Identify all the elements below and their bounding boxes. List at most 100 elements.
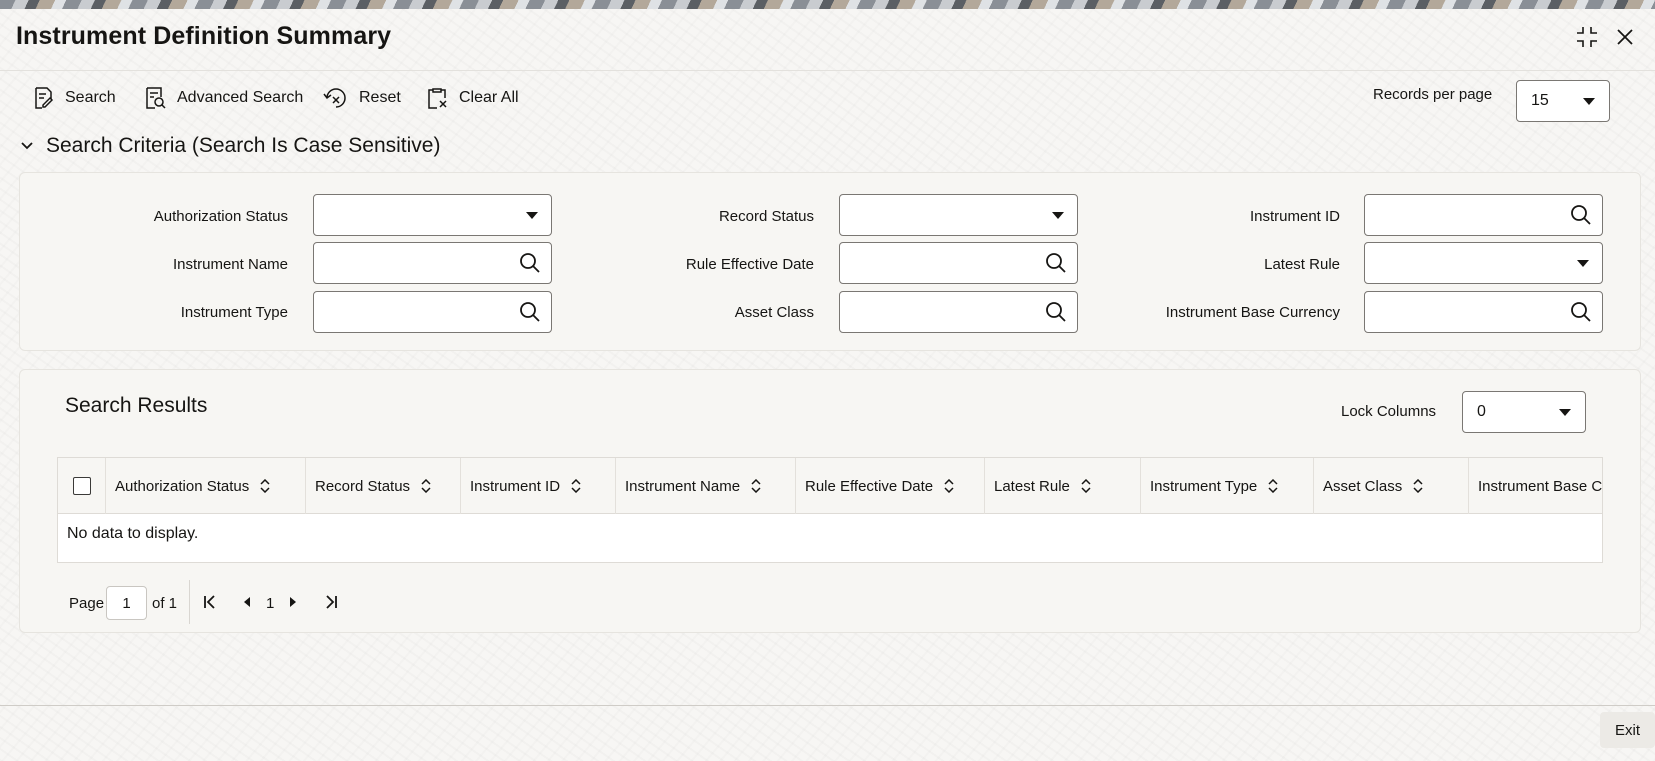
column-header-latest-rule[interactable]: Latest Rule — [985, 458, 1141, 514]
last-page-button[interactable] — [320, 590, 342, 614]
instrument-type-input[interactable] — [313, 291, 552, 333]
search-criteria-panel: Authorization Status Record Status Instr… — [19, 172, 1641, 351]
exit-button-label: Exit — [1614, 721, 1640, 739]
chevron-down-icon — [1583, 98, 1595, 105]
reset-button-label: Reset — [359, 89, 401, 106]
search-results-title: Search Results — [65, 394, 208, 417]
records-per-page-label: Records per page — [1373, 86, 1493, 103]
clear-all-button-label: Clear All — [459, 89, 519, 106]
column-header-instrument-name[interactable]: Instrument Name — [616, 458, 796, 514]
authorization-status-select[interactable] — [313, 194, 552, 236]
record-status-select[interactable] — [839, 194, 1078, 236]
close-button[interactable] — [1612, 24, 1638, 50]
clear-all-button[interactable]: Clear All — [425, 84, 519, 112]
column-header-authorization-status[interactable]: Authorization Status — [106, 458, 306, 514]
footer-divider — [0, 705, 1655, 706]
search-button[interactable]: Search — [31, 84, 116, 112]
instrument-base-currency-input[interactable] — [1364, 291, 1603, 333]
sort-icon[interactable] — [420, 479, 432, 493]
search-doc-icon — [35, 87, 54, 109]
advanced-search-button-label: Advanced Search — [177, 89, 304, 106]
next-page-button[interactable] — [282, 590, 304, 614]
instrument-name-label: Instrument Name — [172, 256, 288, 273]
rule-effective-date-input[interactable] — [839, 242, 1078, 284]
instrument-base-currency-label: Instrument Base Currency — [1165, 304, 1340, 321]
column-header-instrument-id[interactable]: Instrument ID — [461, 458, 616, 514]
asset-class-label: Asset Class — [734, 304, 814, 321]
instrument-type-label: Instrument Type — [180, 304, 288, 321]
column-header-label: Latest Rule — [994, 477, 1070, 495]
results-table: Authorization Status Record Status Instr… — [57, 457, 1603, 563]
empty-message: No data to display. — [67, 525, 199, 542]
record-status-label: Record Status — [718, 208, 814, 225]
latest-rule-label: Latest Rule — [1264, 256, 1340, 273]
page-title: Instrument Definition Summary — [16, 22, 392, 50]
sort-icon[interactable] — [943, 479, 955, 493]
instrument-id-input[interactable] — [1364, 194, 1603, 236]
records-per-page-value: 15 — [1531, 92, 1549, 109]
sort-icon[interactable] — [1412, 479, 1424, 493]
search-icon[interactable] — [1570, 204, 1592, 226]
instrument-name-input[interactable] — [313, 242, 552, 284]
caret-left-icon — [244, 597, 250, 607]
page-label: Page — [69, 594, 105, 612]
column-header-label: Record Status — [315, 477, 411, 495]
column-header-rule-effective-date[interactable]: Rule Effective Date — [796, 458, 985, 514]
collapse-arrows-icon — [1577, 27, 1597, 47]
asset-class-input[interactable] — [839, 291, 1078, 333]
authorization-status-label: Authorization Status — [153, 208, 288, 225]
lock-columns-label: Lock Columns — [1341, 403, 1437, 420]
previous-page-button[interactable] — [236, 590, 258, 614]
rule-effective-date-label: Rule Effective Date — [685, 256, 814, 273]
first-page-icon — [204, 595, 215, 609]
instrument-id-label: Instrument ID — [1249, 208, 1340, 225]
records-per-page-select[interactable]: 15 — [1516, 80, 1610, 122]
search-icon[interactable] — [519, 252, 541, 274]
search-criteria-heading: Search Criteria (Search Is Case Sensitiv… — [46, 134, 441, 157]
page-number-input[interactable]: 1 — [106, 586, 147, 620]
column-header-asset-class[interactable]: Asset Class — [1314, 458, 1469, 514]
search-icon[interactable] — [1045, 252, 1067, 274]
header-banner — [0, 0, 1655, 9]
column-header-record-status[interactable]: Record Status — [306, 458, 461, 514]
sort-icon[interactable] — [1267, 479, 1279, 493]
column-header-label: Instrument ID — [470, 477, 561, 495]
sort-icon[interactable] — [570, 479, 582, 493]
chevron-down-icon — [21, 142, 33, 150]
caret-right-icon — [290, 597, 296, 607]
advanced-search-button[interactable]: Advanced Search — [143, 84, 303, 112]
column-header-instrument-type[interactable]: Instrument Type — [1141, 458, 1314, 514]
sort-icon[interactable] — [1080, 479, 1092, 493]
column-header-instrument-base-currency[interactable]: Instrument Base C — [1469, 458, 1603, 514]
column-header-label: Instrument Base C — [1478, 477, 1603, 495]
close-icon — [1617, 29, 1633, 45]
select-all-checkbox[interactable] — [73, 477, 91, 495]
column-header-label: Rule Effective Date — [805, 477, 934, 495]
header-divider — [0, 70, 1655, 71]
first-page-button[interactable] — [199, 590, 221, 614]
search-icon[interactable] — [1045, 301, 1067, 323]
reset-button[interactable]: Reset — [323, 84, 401, 112]
chevron-down-icon — [1559, 409, 1571, 416]
page-count-label: of 1 — [152, 594, 178, 612]
table-header: Authorization Status Record Status Instr… — [58, 458, 1603, 514]
last-page-icon — [326, 595, 337, 609]
pager-divider — [189, 580, 190, 624]
lock-columns-value: 0 — [1477, 403, 1486, 420]
search-icon[interactable] — [519, 301, 541, 323]
chevron-down-icon — [526, 212, 538, 219]
page-number-value: 1 — [122, 594, 131, 612]
sort-icon[interactable] — [750, 479, 762, 493]
column-header-label: Instrument Name — [625, 477, 741, 495]
sort-icon[interactable] — [259, 479, 271, 493]
chevron-down-icon — [1577, 260, 1589, 267]
current-page-number[interactable]: 1 — [266, 586, 274, 620]
latest-rule-select[interactable] — [1364, 242, 1603, 284]
clear-all-icon — [428, 88, 447, 109]
chevron-down-icon — [1052, 212, 1064, 219]
maximize-button[interactable] — [1574, 24, 1600, 50]
search-criteria-toggle[interactable]: Search Criteria (Search Is Case Sensitiv… — [20, 134, 440, 158]
lock-columns-select[interactable]: 0 — [1462, 391, 1586, 433]
search-icon[interactable] — [1570, 301, 1592, 323]
exit-button[interactable]: Exit — [1600, 712, 1655, 748]
